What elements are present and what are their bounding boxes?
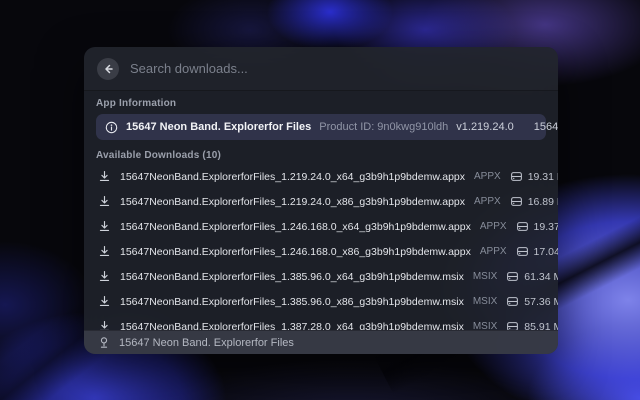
download-icon [98, 295, 111, 308]
drive-icon [510, 195, 523, 208]
app-name: 15647 Neon Band. Explorerfor Files [126, 121, 311, 133]
app-version: v1.219.24.0 [456, 121, 514, 133]
download-type-badge: MSIX [473, 271, 497, 282]
download-size: 57.36 MB [524, 296, 558, 308]
download-type-badge: APPX [480, 221, 507, 232]
download-size: 16.89 MB [528, 196, 558, 208]
drive-icon [516, 220, 529, 233]
download-filename: 15647NeonBand.ExplorerforFiles_1.246.168… [120, 246, 471, 258]
download-row[interactable]: 15647NeonBand.ExplorerforFiles_1.219.24.… [96, 164, 546, 189]
download-type-badge: MSIX [473, 321, 497, 330]
search-bar [84, 47, 558, 91]
drive-icon [506, 295, 519, 308]
download-size: 19.37 MB [534, 221, 558, 233]
download-size: 85.91 MB [524, 321, 558, 331]
panel-footer: 15647 Neon Band. Explorerfor Files [84, 330, 558, 354]
download-filename: 15647NeonBand.ExplorerforFiles_1.219.24.… [120, 196, 465, 208]
section-app-information: App Information [96, 97, 546, 110]
download-row[interactable]: 15647NeonBand.ExplorerforFiles_1.387.28.… [96, 314, 546, 330]
download-row[interactable]: 15647NeonBand.ExplorerforFiles_1.385.96.… [96, 289, 546, 314]
download-size: 19.31 MB [528, 171, 558, 183]
download-icon [98, 220, 111, 233]
download-row[interactable]: 15647NeonBand.ExplorerforFiles_1.219.24.… [96, 189, 546, 214]
download-filename: 15647NeonBand.ExplorerforFiles_1.385.96.… [120, 296, 464, 308]
download-filename: 15647NeonBand.ExplorerforFiles_1.219.24.… [120, 171, 465, 183]
download-row[interactable]: 15647NeonBand.ExplorerforFiles_1.385.96.… [96, 264, 546, 289]
app-product-id: Product ID: 9n0kwg910ldh [319, 121, 448, 133]
drive-icon [510, 170, 523, 183]
drive-icon [506, 270, 519, 283]
app-logo-icon [98, 336, 110, 349]
drive-icon [506, 320, 519, 330]
downloads-list: 15647NeonBand.ExplorerforFiles_1.219.24.… [96, 164, 546, 330]
section-available-downloads: Available Downloads (10) [96, 149, 546, 162]
download-type-badge: APPX [480, 246, 507, 257]
panel-content: App Information 15647 Neon Band. Explore… [84, 91, 558, 330]
info-icon [105, 121, 118, 134]
download-size: 17.04 MB [534, 246, 558, 258]
download-icon [98, 245, 111, 258]
download-type-badge: MSIX [473, 296, 497, 307]
download-filename: 15647NeonBand.ExplorerforFiles_1.385.96.… [120, 271, 464, 283]
app-info-row[interactable]: 15647 Neon Band. Explorerfor Files Produ… [96, 114, 546, 140]
download-row[interactable]: 15647NeonBand.ExplorerforFiles_1.246.168… [96, 239, 546, 264]
download-type-badge: APPX [474, 196, 501, 207]
download-row[interactable]: 15647NeonBand.ExplorerforFiles_1.246.168… [96, 214, 546, 239]
download-size: 61.34 MB [524, 271, 558, 283]
back-button[interactable] [97, 58, 119, 80]
drive-icon [516, 245, 529, 258]
download-icon [98, 170, 111, 183]
download-icon [98, 195, 111, 208]
download-icon [98, 320, 111, 330]
download-icon [98, 270, 111, 283]
download-filename: 15647NeonBand.ExplorerforFiles_1.246.168… [120, 221, 471, 233]
back-arrow-icon [102, 63, 114, 75]
footer-app-name: 15647 Neon Band. Explorerfor Files [119, 337, 294, 349]
download-type-badge: APPX [474, 171, 501, 182]
download-filename: 15647NeonBand.ExplorerforFiles_1.387.28.… [120, 321, 464, 331]
downloads-search-panel: App Information 15647 Neon Band. Explore… [84, 47, 558, 354]
app-publisher: 15647 Neon Band [534, 121, 558, 133]
search-input[interactable] [130, 61, 545, 76]
